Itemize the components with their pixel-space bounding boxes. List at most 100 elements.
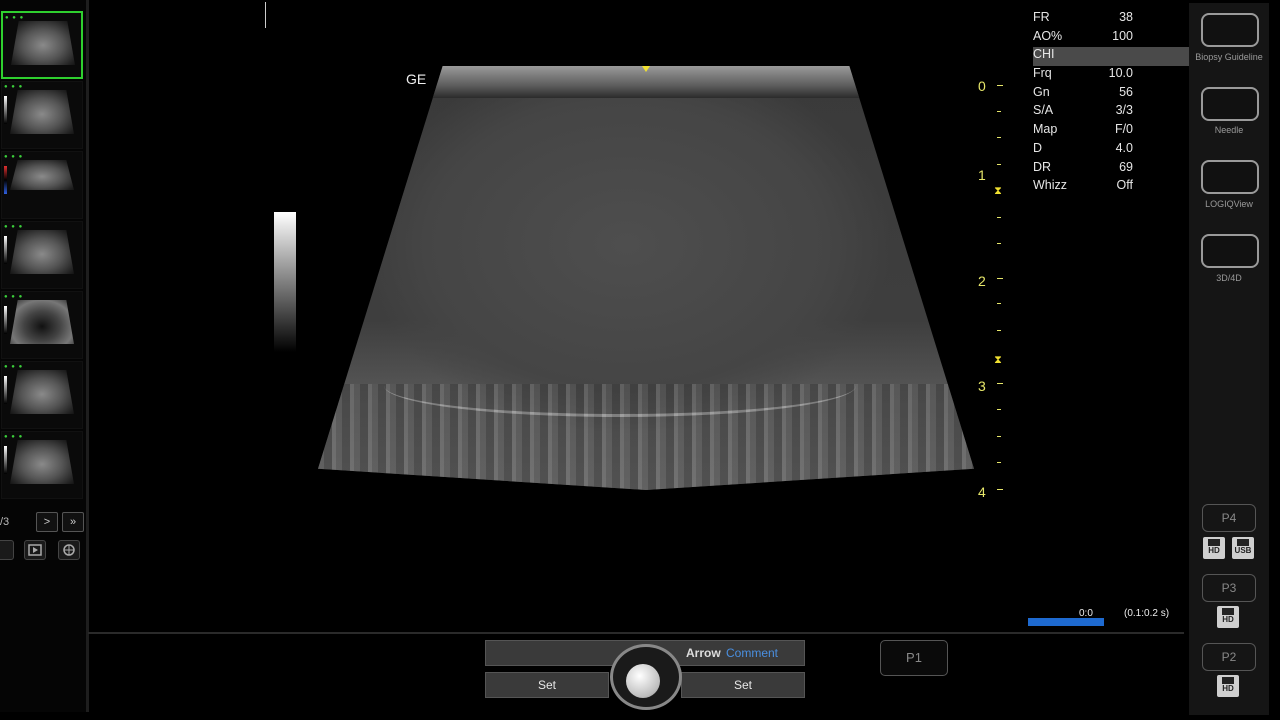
param-row: Frq 10.0 — [1033, 66, 1189, 85]
param-value: 100 — [1112, 28, 1133, 43]
thumbnail-image — [10, 90, 74, 134]
thumbnail-grayscale-bar — [4, 376, 7, 404]
thumbnail-grayscale-bar — [4, 236, 7, 264]
far-field-tissue — [318, 384, 974, 490]
thumbnail-7[interactable]: ● ● ● — [1, 431, 83, 499]
param-value: 3/3 — [1115, 103, 1133, 118]
thumbnail-status-dots: ● ● ● — [5, 15, 25, 21]
depth-label-3: 3 — [978, 378, 986, 394]
depth-tick — [997, 243, 1001, 244]
depth-tick — [997, 330, 1001, 331]
param-value: F/0 — [1114, 122, 1133, 137]
thumbnail-image — [10, 160, 74, 190]
depth-tick — [997, 217, 1001, 218]
video-clip-glyph — [28, 544, 42, 556]
thumbnail-grayscale-bar — [4, 446, 7, 474]
depth-label-0: 0 — [978, 78, 986, 94]
param-value: 38 — [1119, 10, 1133, 24]
hd-save-icon[interactable]: HD — [1203, 537, 1225, 559]
depth-tick — [997, 462, 1001, 463]
trackball-knob[interactable] — [626, 664, 660, 698]
ultrasound-image[interactable] — [318, 66, 974, 490]
needle-button[interactable] — [1201, 87, 1259, 121]
page-indicator: /3 — [0, 516, 10, 528]
set-left-button[interactable]: Set — [485, 672, 609, 698]
brand-label: GE — [406, 71, 427, 87]
depth-label-4: 4 — [978, 484, 986, 500]
depth-tick — [997, 111, 1001, 112]
thumbnail-image — [10, 440, 74, 484]
3d-4d-label: 3D/4D — [1216, 273, 1242, 283]
thumbnail-4[interactable]: ● ● ● — [1, 221, 83, 289]
focus-zone-marker[interactable]: ⧗ — [992, 355, 1004, 366]
param-row: S/A 3/3 — [1033, 103, 1189, 122]
thumbnail-2[interactable]: ● ● ● — [1, 81, 83, 149]
depth-tick — [997, 409, 1001, 410]
logiqview-button[interactable] — [1201, 160, 1259, 194]
grayscale-bar — [274, 212, 296, 352]
param-row: FR 38 — [1033, 10, 1189, 29]
needle-label: Needle — [1214, 125, 1244, 135]
compare-glyph — [63, 544, 75, 556]
thumbnail-status-dots: ● ● ● — [4, 434, 24, 440]
set-right-button[interactable]: Set — [681, 672, 805, 698]
video-clip-icon[interactable] — [24, 540, 46, 560]
depth-tick — [997, 436, 1001, 437]
preset-p1-button[interactable]: P1 — [880, 640, 948, 676]
thumbnail-3[interactable]: ● ● ● — [1, 151, 83, 219]
thumbnail-6[interactable]: ● ● ● — [1, 361, 83, 429]
cine-frame-counter: 0:0 — [1079, 608, 1093, 619]
thumbnail-grayscale-bar — [4, 306, 7, 334]
hd-save-icon[interactable]: HD — [1217, 606, 1239, 628]
comment-option[interactable]: Comment — [726, 641, 778, 665]
param-value: 4.0 — [1115, 140, 1133, 155]
preset-p2-button[interactable]: P2 — [1202, 643, 1256, 671]
thumbnail-grayscale-bar — [4, 96, 7, 124]
parameter-panel: FR 38 AO% 100 CHI Frq 10.0 Gn 56 S/A 3/3 Map F… — [1033, 10, 1189, 197]
arrow-option[interactable]: Arrow — [686, 641, 721, 665]
thumbnail-1[interactable]: ● ● ● — [1, 11, 83, 79]
depth-label-1: 1 — [978, 167, 986, 183]
param-value: 56 — [1119, 84, 1133, 99]
thumbnail-status-dots: ● ● ● — [4, 294, 24, 300]
next-page-button[interactable]: > — [36, 512, 58, 532]
param-value: Off — [1116, 178, 1133, 193]
cine-speed: (0.1:0.2 s) — [1124, 608, 1170, 619]
thumbnail-color-bar — [4, 166, 7, 194]
preset-p4-button[interactable]: P4 — [1202, 504, 1256, 532]
thumbnail-status-dots: ● ● ● — [4, 154, 24, 160]
param-row: Gn 56 — [1033, 85, 1189, 104]
thumbnail-image — [10, 300, 74, 344]
hd-save-icon[interactable]: HD — [1217, 675, 1239, 697]
thumbnail-status-dots: ● ● ● — [4, 84, 24, 90]
biopsy-guideline-label: Biopsy Guideline — [1195, 52, 1263, 62]
cursor-line — [265, 2, 266, 28]
depth-tick — [997, 85, 1003, 86]
last-page-button[interactable]: » — [62, 512, 84, 532]
depth-tick — [997, 137, 1001, 138]
focus-zone-marker[interactable]: ⧗ — [992, 186, 1004, 197]
usb-save-icon[interactable]: USB — [1232, 537, 1254, 559]
depth-label-2: 2 — [978, 273, 986, 289]
thumbnail-status-dots: ● ● ● — [4, 224, 24, 230]
param-row: DR 69 — [1033, 160, 1189, 179]
thumbnail-status-dots: ● ● ● — [4, 364, 24, 370]
orientation-marker — [642, 66, 650, 72]
param-row-highlighted: CHI — [1033, 47, 1189, 67]
param-value: 69 — [1119, 159, 1133, 174]
compare-icon[interactable] — [58, 540, 80, 560]
biopsy-guideline-button[interactable] — [1201, 13, 1259, 47]
bottom-divider — [88, 632, 1184, 634]
thumbnail-sidebar: ● ● ● ● ● ● ● ● ● ● ● ● ● ● ● ● ● ● ● ● … — [0, 0, 89, 712]
thumbnail-5[interactable]: ● ● ● — [1, 291, 83, 359]
depth-tick — [997, 489, 1003, 490]
depth-tick — [997, 164, 1001, 165]
print-icon[interactable] — [0, 540, 14, 560]
cine-progress-bar[interactable] — [1028, 618, 1104, 626]
param-row: D 4.0 — [1033, 141, 1189, 160]
preset-p3-button[interactable]: P3 — [1202, 574, 1256, 602]
depth-tick — [997, 278, 1003, 279]
thumbnail-image — [10, 230, 74, 274]
param-row: Map F/0 — [1033, 122, 1189, 141]
3d-4d-button[interactable] — [1201, 234, 1259, 268]
